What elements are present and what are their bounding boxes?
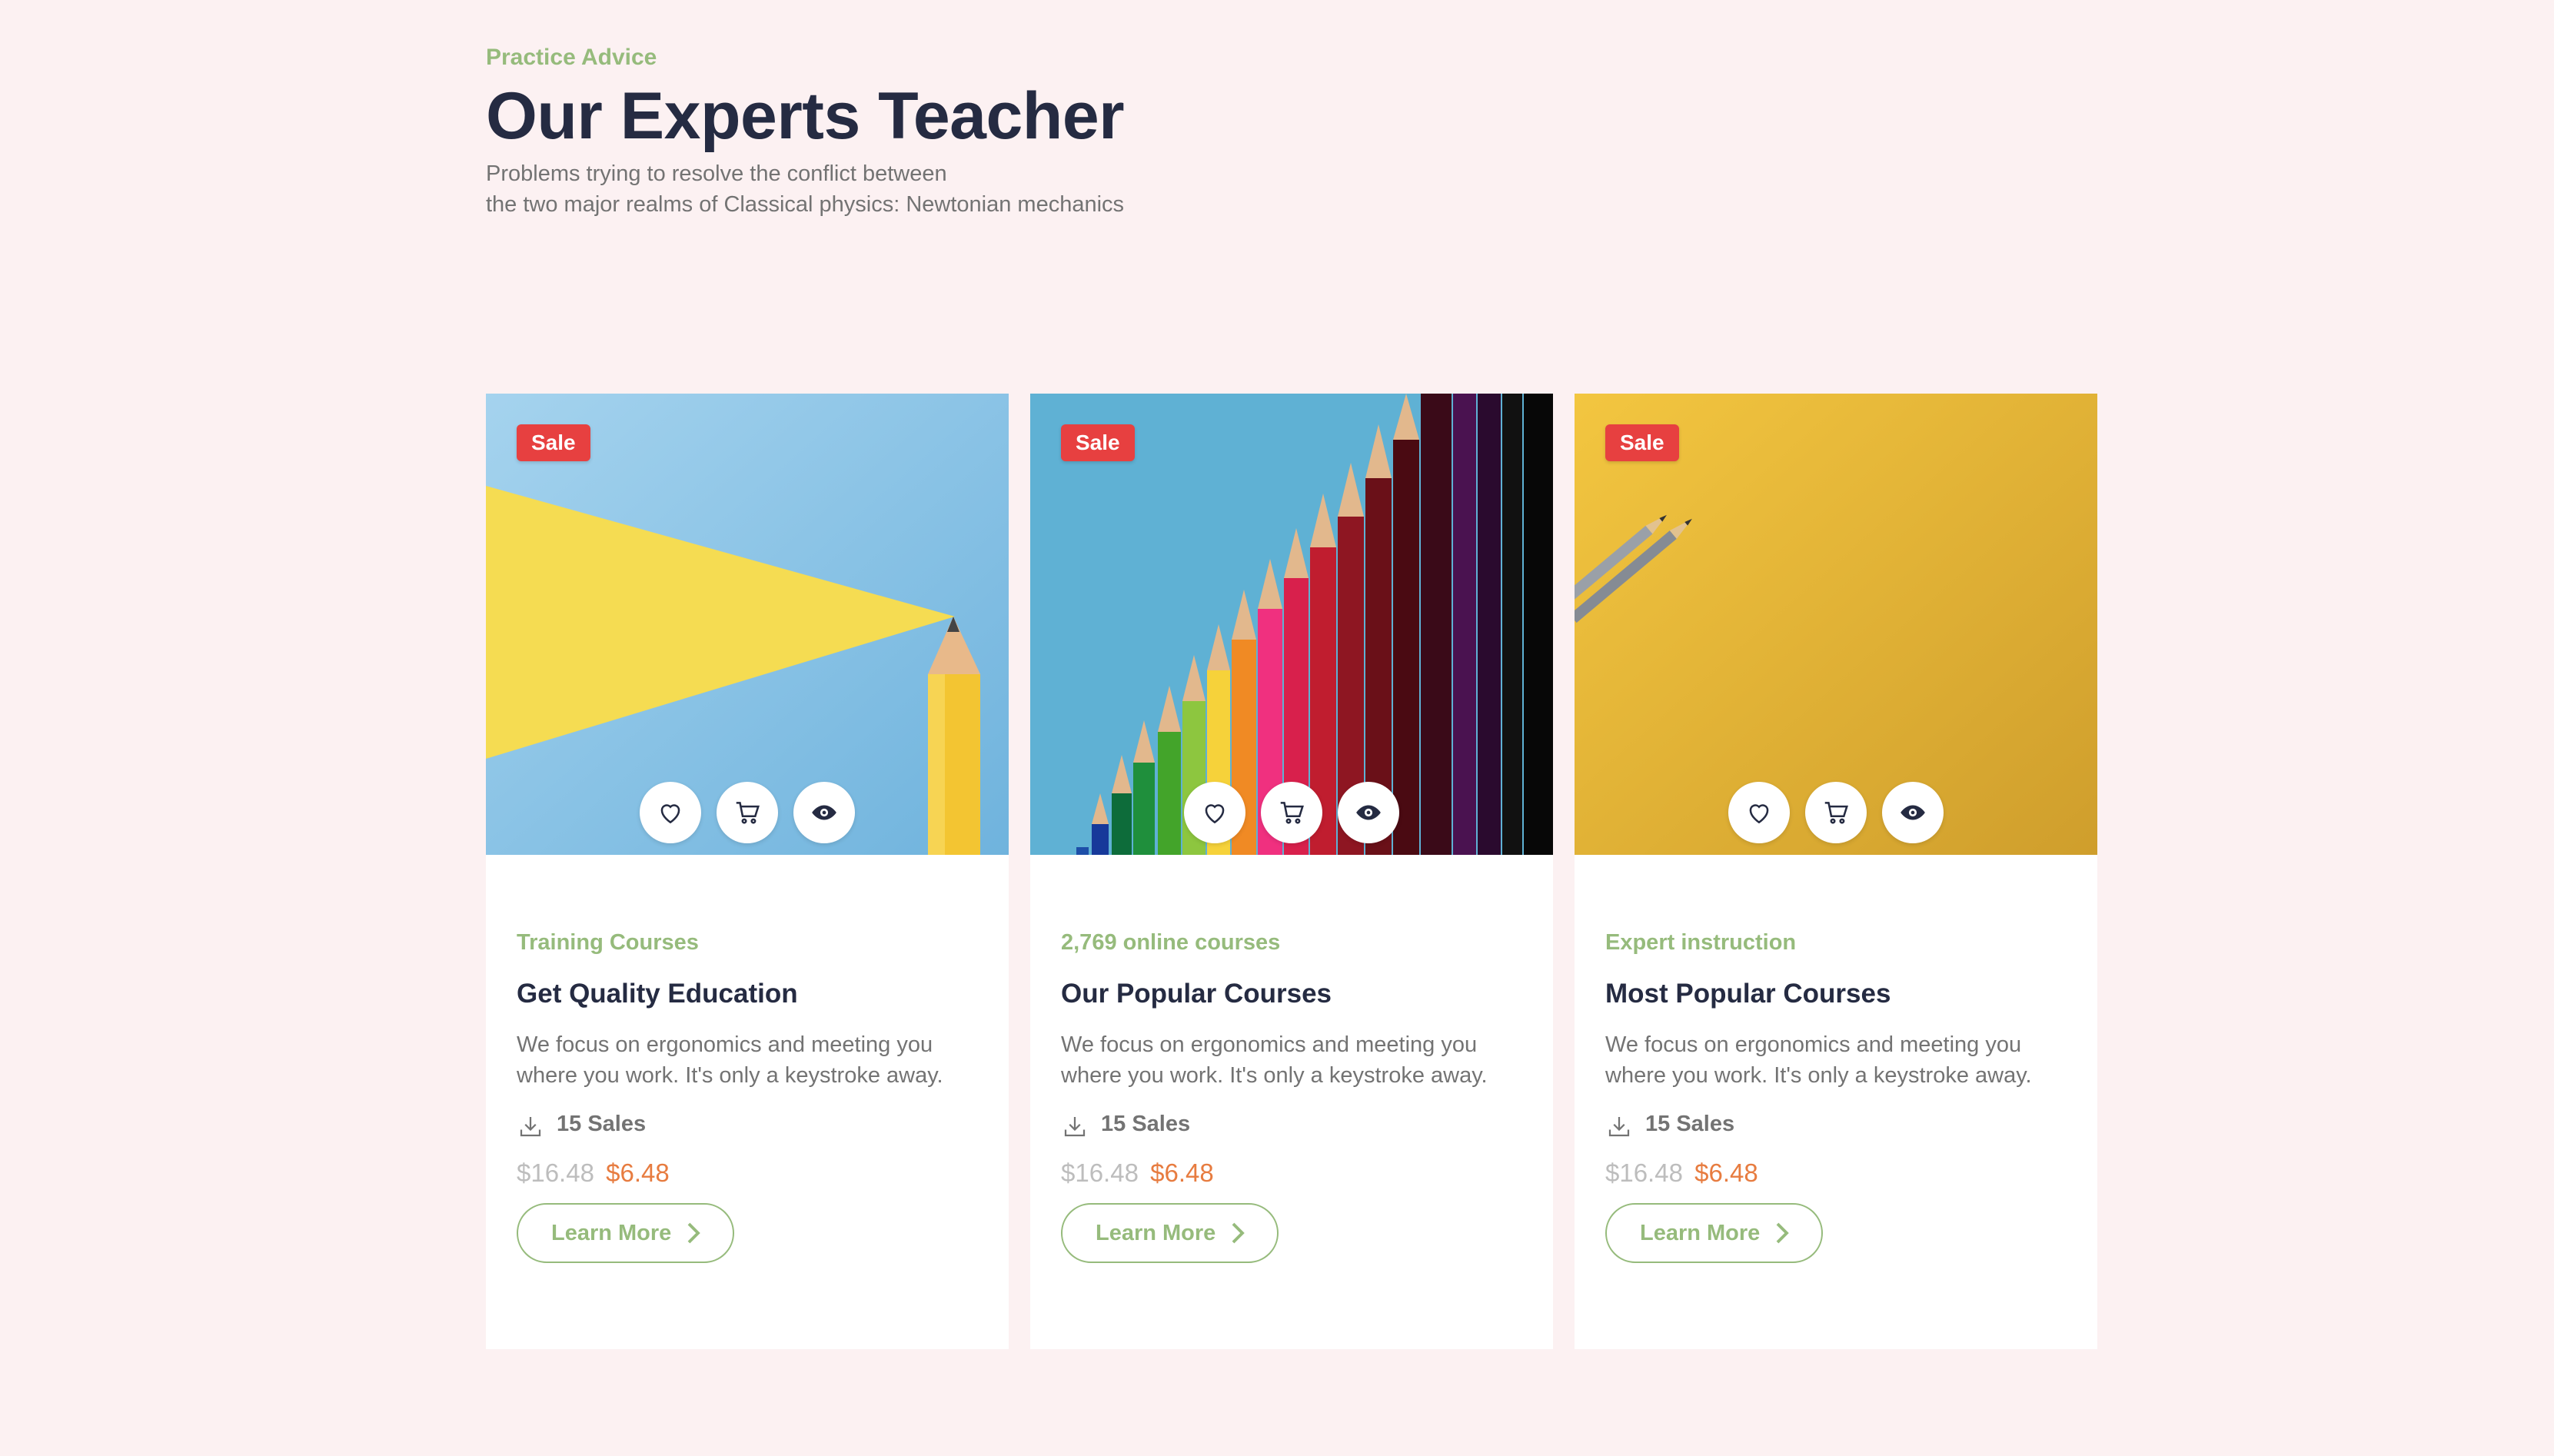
chevron-right-icon xyxy=(1232,1222,1245,1244)
learn-more-button[interactable]: Learn More xyxy=(517,1203,735,1263)
heart-icon xyxy=(1749,804,1769,824)
sale-badge: Sale xyxy=(1605,424,1679,461)
course-cards: Sale Training Courses Get Quality Educat… xyxy=(486,394,2097,1349)
add-to-cart-button[interactable] xyxy=(1261,782,1322,843)
new-price: $6.48 xyxy=(1150,1158,1214,1187)
old-price: $16.48 xyxy=(1061,1158,1139,1187)
download-icon xyxy=(1608,1117,1630,1137)
card-actions xyxy=(1030,782,1553,843)
course-tag: 2,769 online courses xyxy=(1061,930,1281,955)
learn-more-label: Learn More xyxy=(1096,1220,1216,1245)
add-to-cart-button[interactable] xyxy=(717,782,778,843)
subtitle-line-2: the two major realms of Classical physic… xyxy=(486,192,1125,218)
heart-icon xyxy=(1205,804,1225,824)
course-image[interactable]: Sale xyxy=(1030,394,1553,855)
course-card[interactable]: Sale xyxy=(1030,394,1553,1349)
learn-more-button[interactable]: Learn More xyxy=(1605,1203,1824,1263)
favorite-button[interactable] xyxy=(1184,782,1245,843)
old-price: $16.48 xyxy=(1605,1158,1683,1187)
quick-view-button[interactable] xyxy=(793,782,855,843)
download-icon xyxy=(1064,1117,1086,1137)
course-image[interactable]: Sale xyxy=(486,394,1009,855)
course-image[interactable]: Sale xyxy=(1575,394,2097,855)
page: Practice Advice Our Experts Teacher Prob… xyxy=(0,0,2554,1456)
add-to-cart-button[interactable] xyxy=(1805,782,1867,843)
subtitle-line-1: Problems trying to resolve the conflict … xyxy=(486,161,947,187)
new-price: $6.48 xyxy=(1694,1158,1758,1187)
sales-count: 15 Sales xyxy=(1645,1111,1735,1136)
old-price: $16.48 xyxy=(517,1158,594,1187)
learn-more-label: Learn More xyxy=(551,1220,672,1245)
sales-row: 15 Sales xyxy=(1061,1108,1522,1140)
course-description: We focus on ergonomics and meeting you w… xyxy=(1605,1032,2032,1088)
sales-row: 15 Sales xyxy=(517,1108,978,1140)
cart-icon xyxy=(736,802,760,824)
favorite-button[interactable] xyxy=(1728,782,1790,843)
cart-icon xyxy=(1280,802,1304,824)
favorite-button[interactable] xyxy=(640,782,701,843)
sales-row: 15 Sales xyxy=(1605,1108,2067,1140)
card-body: Training Courses Get Quality Education W… xyxy=(486,930,1009,1263)
card-body: Expert instruction Most Popular Courses … xyxy=(1575,930,2097,1263)
new-price: $6.48 xyxy=(606,1158,670,1187)
price-row: $16.48 $6.48 xyxy=(1605,1158,2067,1188)
eye-icon xyxy=(1356,805,1381,820)
card-actions xyxy=(1575,782,2097,843)
download-icon xyxy=(520,1117,541,1137)
chevron-right-icon xyxy=(1776,1222,1790,1244)
sales-count: 15 Sales xyxy=(557,1111,647,1136)
chevron-right-icon xyxy=(687,1222,701,1244)
heart-icon xyxy=(660,804,680,824)
learn-more-label: Learn More xyxy=(1640,1220,1761,1245)
eye-icon xyxy=(812,805,836,820)
course-card[interactable]: Sale xyxy=(1575,394,2097,1349)
quick-view-button[interactable] xyxy=(1338,782,1399,843)
course-description: We focus on ergonomics and meeting you w… xyxy=(517,1032,943,1088)
course-tag: Training Courses xyxy=(517,930,699,955)
sales-count: 15 Sales xyxy=(1101,1111,1191,1136)
price-row: $16.48 $6.48 xyxy=(1061,1158,1522,1188)
course-title[interactable]: Most Popular Courses xyxy=(1605,979,2067,1009)
price-row: $16.48 $6.48 xyxy=(517,1158,978,1188)
sale-badge: Sale xyxy=(1061,424,1135,461)
card-actions xyxy=(486,782,1009,843)
quick-view-button[interactable] xyxy=(1882,782,1944,843)
course-title[interactable]: Get Quality Education xyxy=(517,979,978,1009)
learn-more-button[interactable]: Learn More xyxy=(1061,1203,1279,1263)
cart-icon xyxy=(1824,802,1848,824)
section-title: Our Experts Teacher xyxy=(486,79,1125,153)
eye-icon xyxy=(1901,805,1925,820)
card-body: 2,769 online courses Our Popular Courses… xyxy=(1030,930,1553,1263)
section-eyebrow: Practice Advice xyxy=(486,45,657,70)
course-card[interactable]: Sale xyxy=(486,394,1009,1349)
course-tag: Expert instruction xyxy=(1605,930,1797,955)
section-subtitle: Problems trying to resolve the conflict … xyxy=(486,158,1255,220)
course-description: We focus on ergonomics and meeting you w… xyxy=(1061,1032,1488,1088)
course-title[interactable]: Our Popular Courses xyxy=(1061,979,1522,1009)
sale-badge: Sale xyxy=(517,424,590,461)
section-header: Practice Advice Our Experts Teacher Prob… xyxy=(486,45,1255,220)
